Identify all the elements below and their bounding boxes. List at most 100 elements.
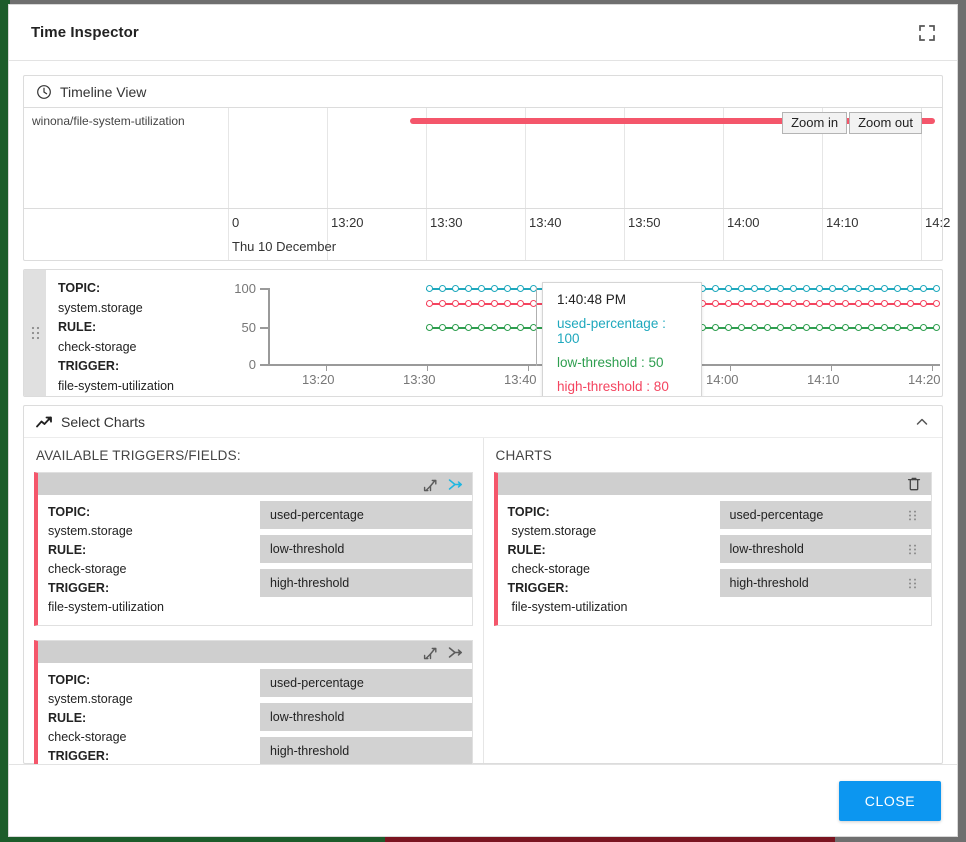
chart-x-tick <box>427 366 428 371</box>
chart-tooltip: 1:40:48 PM used-percentage : 100 low-thr… <box>542 282 702 397</box>
chart-y-tick-label: 100 <box>216 281 256 296</box>
series-marker <box>920 285 927 292</box>
series-marker <box>868 285 875 292</box>
series-marker <box>478 300 485 307</box>
field-item[interactable]: high-threshold <box>260 569 472 597</box>
field-item[interactable]: low-threshold <box>720 535 932 563</box>
chart-trigger-label: TRIGGER: <box>58 359 119 373</box>
available-card-toolbar <box>38 641 472 663</box>
series-marker <box>790 324 797 331</box>
series-marker <box>452 300 459 307</box>
axis-tick-label: 13:50 <box>628 215 661 230</box>
chart-y-tick-label: 50 <box>216 320 256 335</box>
chevron-up-icon[interactable] <box>914 414 930 430</box>
series-marker <box>803 324 810 331</box>
timeline-grid-wrapper: winona/file-system-utilization Zoom in Z… <box>24 107 942 260</box>
series-marker <box>894 324 901 331</box>
axis-gridline <box>624 209 625 260</box>
timeline-view-panel: Timeline View winona/file-system-utiliza… <box>23 75 943 261</box>
call-split-icon[interactable] <box>423 477 438 492</box>
field-item[interactable]: low-threshold <box>260 703 472 731</box>
axis-gridline <box>723 209 724 260</box>
card-trigger-value: file-system-utilization <box>48 598 260 617</box>
axis-day-label: Thu 10 December <box>232 239 336 254</box>
chart-drag-grip[interactable] <box>24 270 46 396</box>
chart-card-metadata: TOPIC: system.storage RULE: check-storag… <box>498 495 720 625</box>
call-merge-icon[interactable] <box>448 645 463 660</box>
available-triggers-title: AVAILABLE TRIGGERS/FIELDS: <box>36 448 473 463</box>
chart-y-tick <box>260 364 268 366</box>
chart-x-tick <box>326 366 327 371</box>
card-topic-value: system.storage <box>48 522 260 541</box>
drag-grip-icon[interactable] <box>908 578 917 589</box>
series-marker <box>764 285 771 292</box>
series-marker <box>816 300 823 307</box>
axis-tick-label: 13:30 <box>430 215 463 230</box>
field-label: used-percentage <box>730 508 909 522</box>
series-marker <box>907 285 914 292</box>
field-item[interactable]: high-threshold <box>260 737 472 764</box>
series-marker <box>478 285 485 292</box>
series-marker <box>452 285 459 292</box>
series-marker <box>842 285 849 292</box>
field-item[interactable]: used-percentage <box>260 669 472 697</box>
available-card-metadata: TOPIC: system.storage RULE: check-storag… <box>38 495 260 625</box>
available-trigger-card[interactable]: TOPIC: system.storage RULE: check-storag… <box>34 640 473 764</box>
select-charts-header[interactable]: Select Charts <box>24 406 942 438</box>
clock-icon <box>36 84 52 100</box>
series-marker <box>803 300 810 307</box>
series-marker <box>426 300 433 307</box>
timeline-track[interactable]: winona/file-system-utilization Zoom in Z… <box>24 108 942 208</box>
timeline-gridline <box>327 108 328 208</box>
series-marker <box>868 324 875 331</box>
field-label: low-threshold <box>270 542 462 556</box>
card-trigger-label: TRIGGER: <box>48 749 109 763</box>
series-marker <box>426 285 433 292</box>
series-marker <box>712 324 719 331</box>
chart-x-tick-label: 14:20 <box>908 372 941 387</box>
series-marker <box>777 285 784 292</box>
chart-metadata: TOPIC: system.storage RULE: check-storag… <box>46 270 216 396</box>
chart-card[interactable]: TOPIC: system.storage RULE: check-storag… <box>494 472 933 626</box>
trash-icon[interactable] <box>906 476 922 492</box>
card-rule-label: RULE: <box>508 543 546 557</box>
available-card-body: TOPIC: system.storage RULE: check-storag… <box>38 663 472 764</box>
card-rule-value: check-storage <box>48 560 260 579</box>
available-card-fields: used-percentage low-threshold high-thres… <box>260 495 472 625</box>
field-item[interactable]: low-threshold <box>260 535 472 563</box>
drag-grip-icon[interactable] <box>908 510 917 521</box>
chart-rule-value: check-storage <box>58 338 216 358</box>
call-split-icon[interactable] <box>423 645 438 660</box>
chart-y-tick-label: 0 <box>216 357 256 372</box>
zoom-in-button[interactable]: Zoom in <box>782 112 847 134</box>
field-item[interactable]: used-percentage <box>260 501 472 529</box>
series-marker <box>738 324 745 331</box>
card-rule-value: check-storage <box>508 560 720 579</box>
call-merge-icon[interactable] <box>448 477 463 492</box>
series-marker <box>478 324 485 331</box>
available-trigger-card[interactable]: TOPIC: system.storage RULE: check-storag… <box>34 472 473 626</box>
screen: Time Inspector Timeline View <box>0 0 966 842</box>
series-marker <box>517 324 524 331</box>
fullscreen-icon[interactable] <box>917 23 937 43</box>
close-button[interactable]: CLOSE <box>839 781 941 821</box>
series-marker <box>712 300 719 307</box>
chart-y-tick <box>260 327 268 329</box>
series-marker <box>933 324 940 331</box>
series-marker <box>790 285 797 292</box>
available-card-toolbar <box>38 473 472 495</box>
chart-topic-value: system.storage <box>58 299 216 319</box>
zoom-out-button[interactable]: Zoom out <box>849 112 922 134</box>
drag-grip-icon[interactable] <box>908 544 917 555</box>
chart-plot-area[interactable]: 100 50 0 13:20 13:30 13:40 14:00 14:10 1… <box>216 270 942 396</box>
series-marker <box>465 300 472 307</box>
chart-x-tick-label: 13:20 <box>302 372 335 387</box>
axis-tick-label: 14:10 <box>826 215 859 230</box>
chart-y-axis <box>268 288 270 366</box>
timeline-axis: 0 13:20 13:30 13:40 13:50 14:00 14:10 14… <box>24 208 942 260</box>
background-page-bottom-edge-red <box>385 837 835 842</box>
field-item[interactable]: high-threshold <box>720 569 932 597</box>
select-charts-title: Select Charts <box>61 414 145 430</box>
field-item[interactable]: used-percentage <box>720 501 932 529</box>
select-charts-columns: AVAILABLE TRIGGERS/FIELDS: <box>24 438 942 763</box>
